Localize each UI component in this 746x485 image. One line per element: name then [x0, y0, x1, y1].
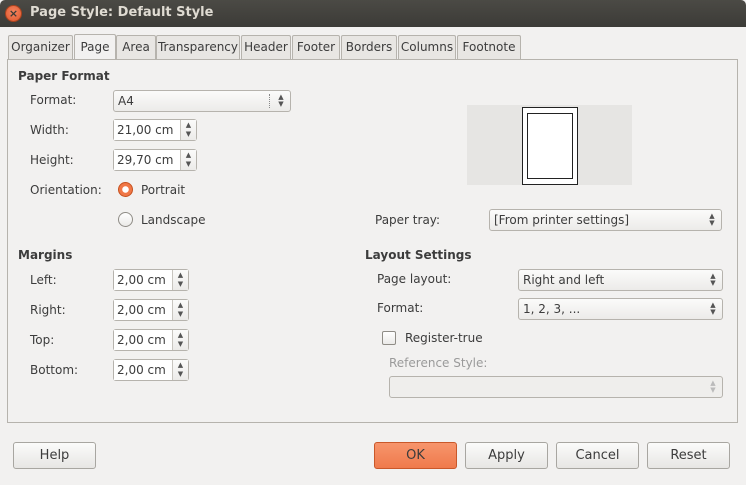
top-margin-label: Top:	[30, 333, 55, 347]
paper-tray-value: [From printer settings]	[494, 213, 630, 227]
orientation-label: Orientation:	[30, 183, 102, 197]
numbering-format-select[interactable]: 1, 2, 3, ... ▲ ▼	[518, 298, 723, 320]
height-value[interactable]: 29,70 cm	[114, 150, 180, 170]
cancel-button[interactable]: Cancel	[556, 442, 639, 469]
spin-arrows-icon[interactable]: ▲ ▼	[172, 300, 188, 320]
tab-columns[interactable]: Columns	[398, 35, 456, 59]
format-select[interactable]: A4 ▲ ▼	[113, 90, 291, 112]
left-margin-label: Left:	[30, 273, 57, 287]
spin-arrows-icon[interactable]: ▲ ▼	[172, 270, 188, 290]
window-title: Page Style: Default Style	[30, 5, 214, 20]
spin-arrows-icon[interactable]: ▲ ▼	[172, 330, 188, 350]
tab-transparency[interactable]: Transparency	[156, 35, 240, 59]
numbering-format-label: Format:	[377, 301, 424, 315]
tab-footer[interactable]: Footer	[292, 35, 340, 59]
landscape-label[interactable]: Landscape	[141, 213, 205, 227]
tab-page[interactable]: Page	[74, 34, 116, 59]
right-margin-spinbox[interactable]: 2,00 cm ▲ ▼	[113, 299, 189, 321]
width-value[interactable]: 21,00 cm	[114, 120, 180, 140]
bottom-margin-spinbox[interactable]: 2,00 cm ▲ ▼	[113, 359, 189, 381]
portrait-radio[interactable]	[118, 182, 133, 197]
register-true-label[interactable]: Register-true	[405, 331, 483, 345]
reset-button[interactable]: Reset	[647, 442, 730, 469]
spin-arrows-icon[interactable]: ▲ ▼	[172, 360, 188, 380]
combo-arrows-icon: ▲ ▼	[710, 379, 716, 394]
close-icon[interactable]: ×	[5, 5, 22, 22]
paper-tray-label: Paper tray:	[375, 213, 441, 227]
combo-arrows-icon: ▲ ▼	[710, 301, 716, 316]
tab-footnote[interactable]: Footnote	[457, 35, 521, 59]
combo-separator	[269, 94, 270, 108]
left-margin-spinbox[interactable]: 2,00 cm ▲ ▼	[113, 269, 189, 291]
combo-arrows-icon: ▲ ▼	[709, 212, 715, 227]
reference-style-select[interactable]: ▲ ▼	[389, 376, 723, 398]
tab-borders[interactable]: Borders	[341, 35, 397, 59]
page-layout-label: Page layout:	[377, 272, 452, 286]
width-spinbox[interactable]: 21,00 cm ▲ ▼	[113, 119, 197, 141]
portrait-label[interactable]: Portrait	[141, 183, 185, 197]
layout-settings-heading: Layout Settings	[365, 248, 472, 262]
ok-button[interactable]: OK	[374, 442, 457, 469]
landscape-radio[interactable]	[118, 212, 133, 227]
numbering-format-value: 1, 2, 3, ...	[523, 302, 581, 316]
combo-arrows-icon: ▲ ▼	[278, 93, 284, 108]
paper-format-heading: Paper Format	[18, 69, 110, 83]
combo-arrows-icon: ▲ ▼	[710, 272, 716, 287]
page-layout-select[interactable]: Right and left ▲ ▼	[518, 269, 723, 291]
paper-tray-select[interactable]: [From printer settings] ▲ ▼	[489, 209, 722, 231]
spin-arrows-icon[interactable]: ▲ ▼	[180, 150, 196, 170]
help-button[interactable]: Help	[13, 442, 96, 469]
register-true-checkbox[interactable]	[382, 331, 396, 345]
tab-organizer[interactable]: Organizer	[8, 35, 73, 59]
bottom-margin-label: Bottom:	[30, 363, 79, 377]
top-margin-value[interactable]: 2,00 cm	[114, 330, 172, 350]
format-value: A4	[118, 94, 134, 108]
margins-heading: Margins	[18, 248, 73, 262]
right-margin-value[interactable]: 2,00 cm	[114, 300, 172, 320]
height-label: Height:	[30, 153, 74, 167]
left-margin-value[interactable]: 2,00 cm	[114, 270, 172, 290]
right-margin-label: Right:	[30, 303, 66, 317]
format-label: Format:	[30, 93, 77, 107]
preview-margin-area	[527, 113, 573, 179]
tab-header[interactable]: Header	[241, 35, 291, 59]
width-label: Width:	[30, 123, 69, 137]
bottom-margin-value[interactable]: 2,00 cm	[114, 360, 172, 380]
top-margin-spinbox[interactable]: 2,00 cm ▲ ▼	[113, 329, 189, 351]
reference-style-label: Reference Style:	[389, 356, 488, 370]
window-titlebar: × Page Style: Default Style	[0, 0, 746, 27]
height-spinbox[interactable]: 29,70 cm ▲ ▼	[113, 149, 197, 171]
apply-button[interactable]: Apply	[465, 442, 548, 469]
tab-area[interactable]: Area	[116, 35, 156, 59]
spin-arrows-icon[interactable]: ▲ ▼	[180, 120, 196, 140]
page-layout-value: Right and left	[523, 273, 605, 287]
